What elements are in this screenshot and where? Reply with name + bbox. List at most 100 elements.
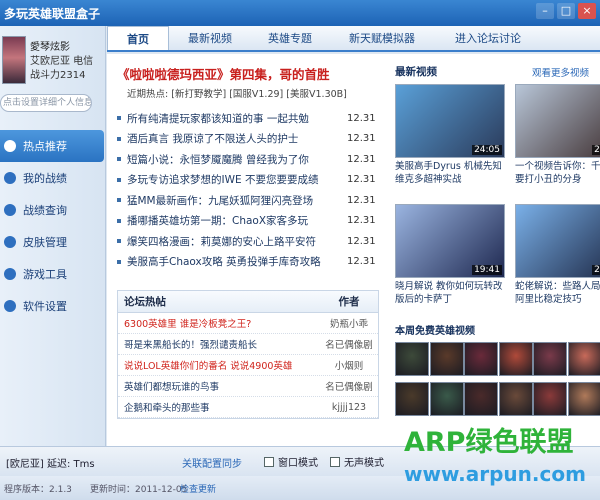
video-card[interactable]: 24:05 蛇佬解说：些路人局独练阿里比稳定技巧 xyxy=(515,204,600,306)
tab-item[interactable]: 新天赋模拟器 xyxy=(329,26,435,50)
signature-input[interactable]: 点击设置详细个人信息 xyxy=(0,94,92,112)
news-item[interactable]: 爆笑四格漫画：莉莫娜的安心上路平安符 12.31 xyxy=(117,231,376,252)
video-caption[interactable]: 一个视频告诉你：千万不要打小丑的分身 xyxy=(515,160,600,186)
sidebar-item[interactable]: 热点推荐 xyxy=(0,130,104,162)
status-user: [欧尼亚] 延迟: Tms xyxy=(6,459,95,470)
video-thumbnail[interactable]: 24:05 xyxy=(395,84,505,158)
news-title[interactable]: 所有纯清提玩家都该知道的事 一起共勉 xyxy=(127,111,347,126)
bullet-icon xyxy=(117,177,121,182)
news-title[interactable]: 猛MM最新画作：九尾妖狐阿狸闪亮登场 xyxy=(127,193,347,208)
avatar[interactable] xyxy=(2,36,26,84)
video-caption[interactable]: 晓月解说 教你如何玩转改版后的卡萨丁 xyxy=(395,280,505,306)
minimize-button[interactable]: – xyxy=(536,3,554,19)
tool-icon xyxy=(4,268,16,280)
hot-topic-link[interactable]: [新打野教学] xyxy=(171,89,226,100)
tab-item[interactable]: 最新视频 xyxy=(169,26,251,50)
tab-item[interactable]: 进入论坛讨论 xyxy=(435,26,541,50)
title-bar: 多玩英雄联盟盒子 – □ × xyxy=(0,0,600,26)
window-mode-checkbox[interactable]: 窗口模式 xyxy=(264,454,318,469)
video-thumbnail[interactable]: 24:05 xyxy=(515,84,600,158)
video-thumbnail[interactable]: 19:41 xyxy=(395,204,505,278)
forum-post-link[interactable]: 哥是来黑船长的！强烈谴责船长 xyxy=(118,337,320,351)
user-power: 战斗力2314 xyxy=(30,70,86,81)
hero-portrait[interactable] xyxy=(395,382,429,416)
hero-portrait[interactable] xyxy=(533,342,567,376)
forum-post-link[interactable]: 企鹅和牵头的那些事 xyxy=(118,400,320,414)
sidebar-item[interactable]: 战绩查询 xyxy=(0,194,106,226)
close-button[interactable]: × xyxy=(578,3,596,19)
user-profile: 愛琴炫影 艾欧尼亚 电信 战斗力2314 xyxy=(0,32,106,92)
hero-portrait[interactable] xyxy=(464,382,498,416)
headline-link[interactable]: 《啦啦啦德玛西亚》第四集，哥的首胜 xyxy=(117,64,330,83)
video-duration: 24:05 xyxy=(592,265,600,275)
forum-post-link[interactable]: 英雄们都想玩谁的鸟事 xyxy=(118,379,320,393)
news-title[interactable]: 多玩专访追求梦想的IWE 不要您要要成绩 xyxy=(127,172,347,187)
sidebar-item[interactable]: 皮肤管理 xyxy=(0,226,106,258)
tab-item[interactable]: 英雄专题 xyxy=(251,26,329,50)
sidebar-item[interactable]: 游戏工具 xyxy=(0,258,106,290)
skin-sync-link[interactable]: 关联配置同步 xyxy=(182,455,242,470)
video-thumbnail[interactable]: 24:05 xyxy=(515,204,600,278)
forum-title-header: 论坛热帖 xyxy=(124,296,166,308)
forum-author[interactable]: 名已偶像剧 xyxy=(320,379,378,393)
sidebar-item-label: 皮肤管理 xyxy=(23,236,67,249)
forum-author[interactable]: 奶瓶小乖 xyxy=(320,316,378,330)
news-item[interactable]: 猛MM最新画作：九尾妖狐阿狸闪亮登场 12.31 xyxy=(117,190,376,211)
silent-mode-label: 无声模式 xyxy=(344,458,384,469)
video-caption[interactable]: 蛇佬解说：些路人局独练阿里比稳定技巧 xyxy=(515,280,600,306)
skin-icon xyxy=(4,236,16,248)
hero-portrait[interactable] xyxy=(429,382,464,416)
maximize-button[interactable]: □ xyxy=(557,3,575,19)
video-card[interactable]: 19:41 晓月解说 教你如何玩转改版后的卡萨丁 xyxy=(395,204,505,306)
tab-item[interactable]: 首页 xyxy=(107,26,169,50)
sidebar-item[interactable]: 软件设置 xyxy=(0,290,106,322)
forum-author[interactable]: 小烟则 xyxy=(320,358,378,372)
news-item[interactable]: 酒后真言 我原谅了不限送人头的护士 12.31 xyxy=(117,129,376,150)
hero-portrait[interactable] xyxy=(567,342,600,376)
gear-icon xyxy=(4,300,16,312)
news-item[interactable]: 美服高手Chaox攻略 英勇投弹手库奇攻略 12.31 xyxy=(117,252,376,273)
forum-post-link[interactable]: 说说LOL英雄你们的番名 说说4900英雄 xyxy=(118,358,320,372)
hot-topics-label: 近期热点: xyxy=(127,89,169,100)
news-title[interactable]: 短篇小说：永恒梦魇魔腾 曾经我为了你 xyxy=(127,152,347,167)
news-title[interactable]: 爆笑四格漫画：莉莫娜的安心上路平安符 xyxy=(127,234,347,249)
hot-topic-link[interactable]: [国服V1.29] xyxy=(229,89,283,100)
forum-rows: 6300英雄里 谁是冷板凳之王? 奶瓶小乖 哥是来黑船长的！强烈谴责船长 名已偶像剧说… xyxy=(118,313,378,418)
sidebar-menu: 热点推荐 我的战绩战绩查询皮肤管理游戏工具软件设置 xyxy=(0,130,106,322)
news-title[interactable]: 美服高手Chaox攻略 英勇投弹手库奇攻略 xyxy=(127,254,347,269)
hero-portrait[interactable] xyxy=(498,342,533,376)
bullet-icon xyxy=(117,157,121,162)
more-videos-link[interactable]: 观看更多视频 xyxy=(532,65,589,79)
news-item[interactable]: 短篇小说：永恒梦魇魔腾 曾经我为了你 12.31 xyxy=(117,149,376,170)
hero-portrait[interactable] xyxy=(533,382,567,416)
checkbox-box-icon xyxy=(330,456,340,467)
sidebar: 愛琴炫影 艾欧尼亚 电信 战斗力2314 点击设置详细个人信息 热点推荐 我的战绩… xyxy=(0,26,106,446)
forum-post-link[interactable]: 6300英雄里 谁是冷板凳之王? xyxy=(118,316,320,330)
news-item[interactable]: 播哪播英雄坊第一期：ChaoX家客多玩 12.31 xyxy=(117,211,376,232)
news-item[interactable]: 所有纯清提玩家都该知道的事 一起共勉 12.31 xyxy=(117,108,376,129)
sidebar-item-label: 软件设置 xyxy=(23,300,67,313)
forum-author[interactable]: 名已偶像剧 xyxy=(320,337,378,351)
sidebar-item[interactable]: 我的战绩 xyxy=(0,162,106,194)
hero-portrait[interactable] xyxy=(429,342,464,376)
video-caption[interactable]: 美服高手Dyrus 机械先知维克多超神实战 xyxy=(395,160,505,186)
news-date: 12.31 xyxy=(347,133,376,145)
forum-author[interactable]: kjjjj123 xyxy=(320,402,378,413)
hero-portrait[interactable] xyxy=(498,382,533,416)
video-card[interactable]: 24:05 美服高手Dyrus 机械先知维克多超神实战 xyxy=(395,84,505,186)
sidebar-item-label: 战绩查询 xyxy=(23,204,67,217)
news-title[interactable]: 播哪播英雄坊第一期：ChaoX家客多玩 xyxy=(127,213,347,228)
hero-portrait[interactable] xyxy=(567,382,600,416)
check-update-link[interactable]: 检查更新 xyxy=(180,482,216,495)
hero-portrait[interactable] xyxy=(395,342,429,376)
window-controls: – □ × xyxy=(536,3,596,19)
news-title[interactable]: 酒后真言 我原谅了不限送人头的护士 xyxy=(127,131,347,146)
silent-mode-checkbox[interactable]: 无声模式 xyxy=(330,454,384,469)
news-date: 12.31 xyxy=(347,256,376,268)
hot-topic-link[interactable]: [美服V1.30B] xyxy=(286,89,347,100)
bullet-icon xyxy=(117,259,121,264)
news-item[interactable]: 多玩专访追求梦想的IWE 不要您要要成绩 12.31 xyxy=(117,170,376,191)
forum-row: 说说LOL英雄你们的番名 说说4900英雄 小烟则 xyxy=(118,355,378,376)
hero-portrait[interactable] xyxy=(464,342,498,376)
video-card[interactable]: 24:05 一个视频告诉你：千万不要打小丑的分身 xyxy=(515,84,600,186)
